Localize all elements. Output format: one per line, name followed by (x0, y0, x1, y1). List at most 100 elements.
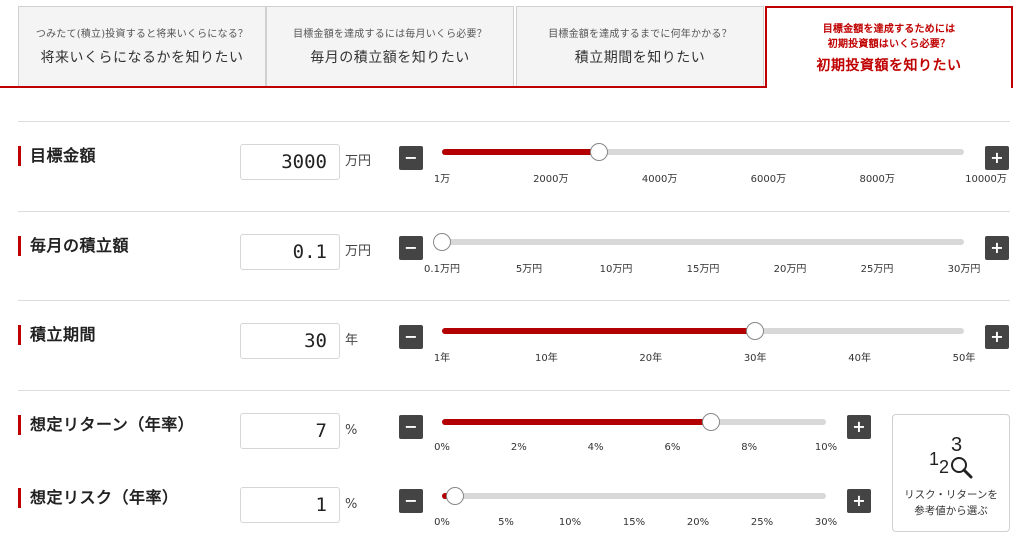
numbers-magnifier-icon: 1 2 3 (929, 434, 973, 479)
tab-future-value[interactable]: つみたて(積立)投資すると将来いくらになる？ 将来いくらになるかを知りたい (18, 6, 266, 86)
target-amount-slider[interactable] (442, 143, 964, 161)
row-target-amount: 目標金額 3000 万円 − + 1万 2000万 4000万 6000万 8000万 1… (18, 122, 1010, 210)
slider-tick-label: 8000万 (859, 174, 895, 185)
slider-ticks: 1年 10年 20年 30年 40年 50年 (434, 352, 976, 366)
tab-subtitle: 目標金額を達成するには毎月いくら必要？ (293, 28, 487, 40)
increment-button[interactable]: + (847, 489, 871, 513)
unit-label: 万円 (345, 244, 372, 259)
slider-tick-label: 10% (558, 517, 582, 528)
slider-tick-label: 0% (434, 442, 450, 453)
slider-tick-label: 10万円 (599, 264, 633, 275)
slider-ticks: 0% 5% 10% 15% 20% 25% 30% (434, 516, 837, 530)
mode-tabs: つみたて(積立)投資すると将来いくらになる？ 将来いくらになるかを知りたい 目標… (0, 0, 1024, 88)
slider-thumb[interactable] (589, 143, 608, 161)
increment-button[interactable]: + (985, 236, 1009, 260)
tab-initial-investment[interactable]: 目標金額を達成するためには 初期投資額はいくら必要？ 初期投資額を知りたい (765, 6, 1013, 88)
slider-tick-label: 10年 (535, 353, 558, 364)
slider-tick-label: 5万円 (515, 264, 543, 275)
slider-tick-label: 1年 (433, 353, 451, 364)
expected-return-input[interactable]: 7 (240, 413, 340, 449)
slider-ticks: 0.1万円 5万円 10万円 15万円 20万円 25万円 30万円 (424, 263, 980, 277)
expected-return-slider[interactable] (442, 413, 826, 431)
slider-tick-label: 50年 (952, 353, 976, 364)
select-reference-values-button[interactable]: 1 2 3 リスク・リターンを 参考値から選ぶ (892, 414, 1010, 532)
tab-period[interactable]: 目標金額を達成するまでに何年かかる？ 積立期間を知りたい (516, 6, 764, 86)
slider-tick-label: 30万円 (947, 264, 981, 275)
expected-risk-input[interactable]: 1 (240, 487, 340, 523)
slider-tick-label: 25万円 (860, 264, 894, 275)
slider-tick-label: 0% (434, 517, 450, 528)
decrement-button[interactable]: − (399, 489, 423, 513)
helper-line-1: リスク・リターンを (904, 489, 998, 501)
row-expected-return: 想定リターン（年率） 7 % − + 0% 2% 4% 6% 8% 10% (18, 391, 1010, 466)
field-label: 毎月の積立額 (18, 236, 129, 256)
tab-title: 初期投資額を知りたい (816, 57, 962, 74)
slider-tick-label: 5% (498, 517, 514, 528)
increment-button[interactable]: + (985, 325, 1009, 349)
period-slider[interactable] (442, 322, 964, 340)
increment-button[interactable]: + (847, 415, 871, 439)
slider-tick-label: 2% (510, 442, 527, 453)
slider-ticks: 0% 2% 4% 6% 8% 10% (434, 441, 837, 455)
slider-tick-label: 4000万 (641, 174, 678, 185)
slider-tick-label: 20% (686, 517, 710, 528)
slider-thumb[interactable] (445, 487, 464, 505)
field-label: 想定リターン（年率） (18, 415, 194, 435)
unit-label: % (345, 423, 358, 438)
tab-title: 積立期間を知りたい (574, 49, 706, 66)
tab-subtitle-2: 初期投資額はいくら必要？ (827, 38, 951, 50)
slider-thumb[interactable] (746, 322, 765, 340)
slider-ticks: 1万 2000万 4000万 6000万 8000万 10000万 (434, 173, 1007, 187)
tab-title: 将来いくらになるかを知りたい (40, 49, 244, 66)
svg-text:3: 3 (951, 434, 962, 456)
tab-subtitle: つみたて(積立)投資すると将来いくらになる？ (35, 28, 249, 40)
tab-subtitle: 目標金額を達成するためには (822, 23, 956, 35)
row-expected-risk: 想定リスク（年率） 1 % − + 0% 5% 10% 15% 20% 25% 30% (18, 466, 1010, 542)
decrement-button[interactable]: − (399, 146, 423, 170)
slider-thumb[interactable] (433, 233, 451, 251)
slider-fill (442, 328, 756, 334)
slider-tick-label: 40年 (848, 353, 871, 364)
slider-tick-label: 4% (587, 442, 604, 453)
slider-tick-label: 15万円 (686, 264, 720, 275)
monthly-amount-slider[interactable] (433, 233, 964, 251)
svg-text:2: 2 (939, 457, 949, 477)
unit-label: 年 (345, 333, 359, 348)
slider-tick-label: 20年 (639, 353, 663, 364)
slider-thumb[interactable] (701, 413, 720, 431)
row-period: 積立期間 30 年 − + 1年 10年 20年 30年 40年 50年 (18, 301, 1010, 389)
decrement-button[interactable]: − (399, 325, 423, 349)
helper-line-2: 参考値から選ぶ (914, 505, 988, 517)
slider-tick-label: 8% (741, 442, 758, 453)
unit-label: % (345, 497, 358, 512)
helper-text: リスク・リターンを 参考値から選ぶ (893, 487, 1009, 519)
field-label: 目標金額 (18, 146, 96, 166)
slider-tick-label: 20万円 (773, 264, 807, 275)
unit-label: 万円 (345, 154, 372, 169)
period-input[interactable]: 30 (240, 323, 340, 359)
decrement-button[interactable]: − (399, 415, 423, 439)
slider-tick-label: 30年 (743, 353, 767, 364)
monthly-amount-input[interactable]: 0.1 (240, 234, 340, 270)
slider-fill (442, 419, 711, 425)
slider-tick-label: 30% (814, 517, 838, 528)
slider-tick-label: 10000万 (965, 174, 1007, 185)
slider-tick-label: 15% (622, 517, 646, 528)
slider-tick-label: 2000万 (533, 174, 569, 185)
slider-fill (442, 149, 599, 155)
slider-tick-label: 1万 (433, 174, 451, 185)
tab-subtitle: 目標金額を達成するまでに何年かかる？ (548, 28, 732, 40)
slider-tick-label: 6000万 (750, 174, 787, 185)
slider-tick-label: 0.1万円 (424, 264, 460, 275)
field-label: 積立期間 (18, 325, 96, 345)
svg-text:1: 1 (929, 449, 939, 469)
expected-risk-slider[interactable] (442, 487, 826, 505)
row-monthly-amount: 毎月の積立額 0.1 万円 − + 0.1万円 5万円 10万円 15万円 20万円 25… (18, 212, 1010, 300)
decrement-button[interactable]: − (399, 236, 423, 260)
field-label: 想定リスク（年率） (18, 488, 179, 508)
target-amount-input[interactable]: 3000 (240, 144, 340, 180)
tab-title: 毎月の積立額を知りたい (310, 49, 470, 66)
tab-monthly-amount[interactable]: 目標金額を達成するには毎月いくら必要？ 毎月の積立額を知りたい (266, 6, 514, 86)
increment-button[interactable]: + (985, 146, 1009, 170)
slider-tick-label: 6% (664, 442, 681, 453)
